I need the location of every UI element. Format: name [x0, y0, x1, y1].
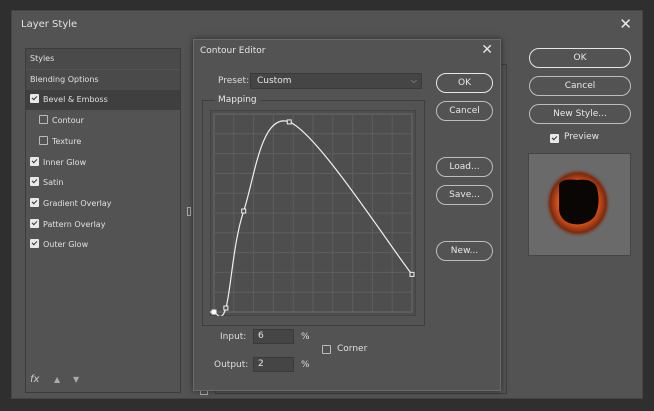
output-label: Output: — [214, 360, 249, 370]
styles-item-blending-options[interactable]: Blending Options — [26, 69, 180, 90]
styles-item-outer-glow[interactable]: Outer Glow — [26, 235, 180, 255]
styles-item-checkbox[interactable] — [30, 218, 39, 228]
styles-item-checkbox[interactable] — [30, 197, 39, 207]
mapping-label: Mapping — [215, 95, 260, 105]
close-icon[interactable]: ✕ — [481, 42, 493, 58]
contour-graph[interactable] — [210, 110, 416, 316]
styles-list: Styles Blending Options Bevel & Emboss Cont… — [25, 48, 181, 393]
ok-button[interactable]: OK — [529, 48, 631, 68]
preview-checkbox[interactable] — [550, 134, 559, 143]
corner-checkbox[interactable] — [322, 345, 331, 354]
output-field[interactable]: 2 — [253, 357, 294, 372]
output-percent: % — [301, 360, 310, 370]
move-down-icon[interactable]: ▼ — [73, 375, 79, 384]
preset-dropdown[interactable]: Custom ⌵ — [250, 73, 422, 89]
contour-editor-title: Contour Editor — [200, 46, 266, 56]
move-up-icon[interactable]: ▲ — [54, 375, 60, 384]
input-label: Input: — [220, 332, 247, 342]
contour-ok-button[interactable]: OK — [436, 73, 493, 93]
preset-label: Preset: — [218, 76, 250, 86]
contour-editor-dialog: Contour Editor ✕ Preset: Custom ⌵ Mappin… — [193, 39, 501, 391]
preset-value: Custom — [257, 76, 292, 86]
fx-icon[interactable]: fx — [30, 374, 39, 385]
new-style-button[interactable]: New Style... — [529, 104, 631, 124]
curve-point-handle[interactable] — [211, 309, 217, 315]
styles-item-pattern-overlay[interactable]: Pattern Overlay — [26, 215, 180, 235]
styles-item-label: Contour — [52, 116, 84, 126]
input-field[interactable]: 6 — [253, 329, 294, 344]
preview-thumbnail — [528, 153, 631, 256]
contour-cancel-button[interactable]: Cancel — [436, 101, 493, 121]
curve-point-handle[interactable] — [223, 305, 229, 311]
styles-item-label: Bevel & Emboss — [43, 95, 108, 105]
chevron-down-icon: ⌵ — [410, 76, 417, 85]
save-button[interactable]: Save... — [436, 185, 493, 205]
styles-item-checkbox[interactable] — [39, 115, 48, 125]
close-icon[interactable]: ✕ — [619, 15, 632, 33]
styles-item-checkbox[interactable] — [30, 94, 39, 104]
curve-point-handle[interactable] — [286, 119, 292, 125]
layer-style-dialog: Layer Style ✕ Styles Blending Options Beve… — [11, 10, 643, 399]
preview-label: Preview — [564, 132, 600, 142]
styles-item-contour[interactable]: Contour — [26, 111, 180, 131]
corner-label: Corner — [337, 344, 368, 354]
styles-item-gradient-overlay[interactable]: Gradient Overlay — [26, 194, 180, 214]
styles-item-styles[interactable]: Styles — [26, 49, 180, 69]
cancel-button[interactable]: Cancel — [529, 76, 631, 96]
dialog-title: Layer Style — [21, 19, 78, 30]
styles-item-label: Gradient Overlay — [43, 198, 112, 208]
styles-item-label: Outer Glow — [43, 240, 89, 250]
styles-item-label: Satin — [43, 178, 64, 188]
panel-marker — [187, 207, 191, 216]
styles-item-checkbox[interactable] — [30, 156, 39, 166]
styles-item-checkbox[interactable] — [30, 239, 39, 249]
curve-point-handle[interactable] — [241, 208, 247, 214]
styles-item-label: Inner Glow — [43, 157, 87, 167]
styles-item-label: Pattern Overlay — [43, 219, 106, 229]
load-button[interactable]: Load... — [436, 157, 493, 177]
input-percent: % — [301, 332, 310, 342]
styles-item-checkbox[interactable] — [30, 177, 39, 187]
styles-item-checkbox[interactable] — [39, 135, 48, 145]
styles-item-label: Blending Options — [30, 74, 99, 84]
styles-item-label: Styles — [30, 54, 55, 63]
styles-item-satin[interactable]: Satin — [26, 173, 180, 193]
curve-point-handle[interactable] — [409, 271, 415, 277]
styles-item-inner-glow[interactable]: Inner Glow — [26, 153, 180, 173]
styles-item-bevel-emboss[interactable]: Bevel & Emboss — [26, 90, 180, 111]
title-bar: Layer Style ✕ — [12, 11, 642, 39]
styles-item-texture[interactable]: Texture — [26, 132, 180, 152]
styles-item-label: Texture — [52, 136, 82, 146]
new-button[interactable]: New... — [436, 241, 493, 261]
